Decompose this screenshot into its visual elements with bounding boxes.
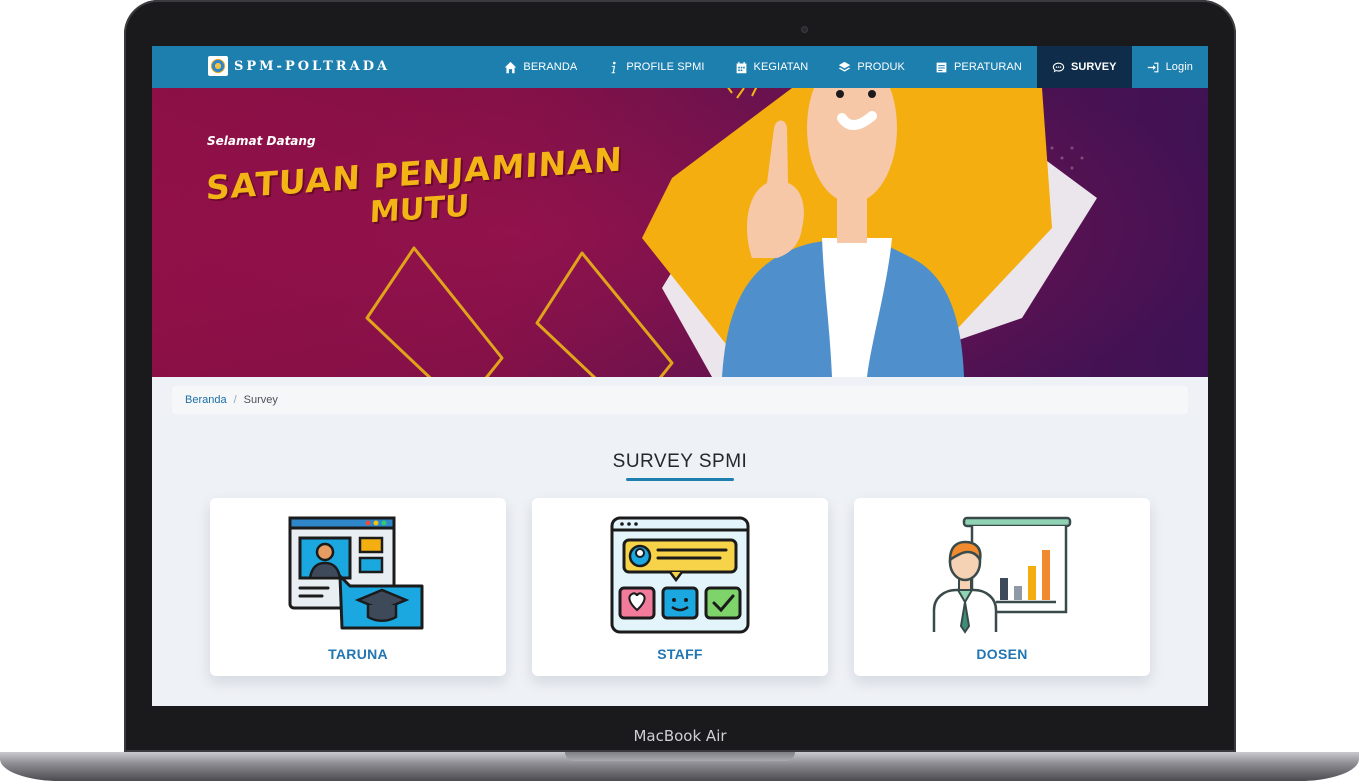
nav-item-label: BERANDA xyxy=(523,61,578,73)
home-icon xyxy=(505,61,517,73)
navbar: SPM-POLTRADA BERANDA PROFILE SPMI KEGIAT… xyxy=(152,46,1208,88)
browser-screen: SPM-POLTRADA BERANDA PROFILE SPMI KEGIAT… xyxy=(152,46,1208,706)
card-label: STAFF xyxy=(657,646,703,662)
nav-item-survey[interactable]: SURVEY xyxy=(1036,46,1132,88)
survey-card-dosen[interactable]: DOSEN xyxy=(854,498,1150,676)
nav-menu: BERANDA PROFILE SPMI KEGIATAN PRODUK PER… xyxy=(489,46,1208,88)
info-icon xyxy=(611,61,616,73)
nav-item-kegiatan[interactable]: KEGIATAN xyxy=(720,46,824,88)
layers-icon xyxy=(839,61,851,72)
breadcrumb: Beranda / Survey xyxy=(172,386,1188,414)
nav-item-profile-spmi[interactable]: PROFILE SPMI xyxy=(592,46,719,88)
hero-title-line2: MUTU xyxy=(369,188,470,231)
nav-item-login[interactable]: Login xyxy=(1132,46,1208,88)
nav-item-label: PERATURAN xyxy=(954,61,1022,73)
nav-item-label: KEGIATAN xyxy=(753,61,809,73)
nav-item-peraturan[interactable]: PERATURAN xyxy=(920,46,1037,88)
nav-item-produk[interactable]: PRODUK xyxy=(823,46,920,88)
online-class-icon xyxy=(288,516,428,634)
calendar-icon xyxy=(736,61,746,73)
survey-card-staff[interactable]: STAFF xyxy=(532,498,828,676)
feedback-icon xyxy=(610,516,750,634)
device-label: MacBook Air xyxy=(633,727,727,745)
document-icon xyxy=(936,62,947,72)
card-label: TARUNA xyxy=(328,646,388,662)
section-title: SURVEY SPMI xyxy=(612,451,748,472)
survey-cards: TARUNA STAFF DOSEN xyxy=(210,498,1150,676)
survey-card-taruna[interactable]: TARUNA xyxy=(210,498,506,676)
brand-name: SPM-POLTRADA xyxy=(234,58,391,74)
brand[interactable]: SPM-POLTRADA xyxy=(208,56,390,76)
hero-banner: Selamat Datang SATUAN PENJAMINAN MUTU xyxy=(152,88,1208,377)
nav-item-beranda[interactable]: BERANDA xyxy=(489,46,592,88)
nav-item-label: SURVEY xyxy=(1070,61,1117,73)
laptop-notch xyxy=(565,752,795,761)
breadcrumb-separator: / xyxy=(233,394,237,406)
hero-welcome-text: Selamat Datang xyxy=(207,134,316,148)
chat-icon xyxy=(1052,62,1065,72)
camera-icon xyxy=(801,26,808,33)
login-icon xyxy=(1147,62,1158,72)
hero-illustration xyxy=(152,88,1208,377)
brand-logo-icon xyxy=(208,56,228,76)
nav-item-label: PROFILE SPMI xyxy=(626,61,705,73)
presentation-icon xyxy=(932,516,1072,634)
breadcrumb-current: Survey xyxy=(243,394,278,406)
breadcrumb-home-link[interactable]: Beranda xyxy=(185,394,227,406)
card-label: DOSEN xyxy=(976,646,1028,662)
section-title-underline xyxy=(626,478,734,481)
nav-item-label: PRODUK xyxy=(857,61,905,73)
nav-item-label: Login xyxy=(1165,61,1193,73)
